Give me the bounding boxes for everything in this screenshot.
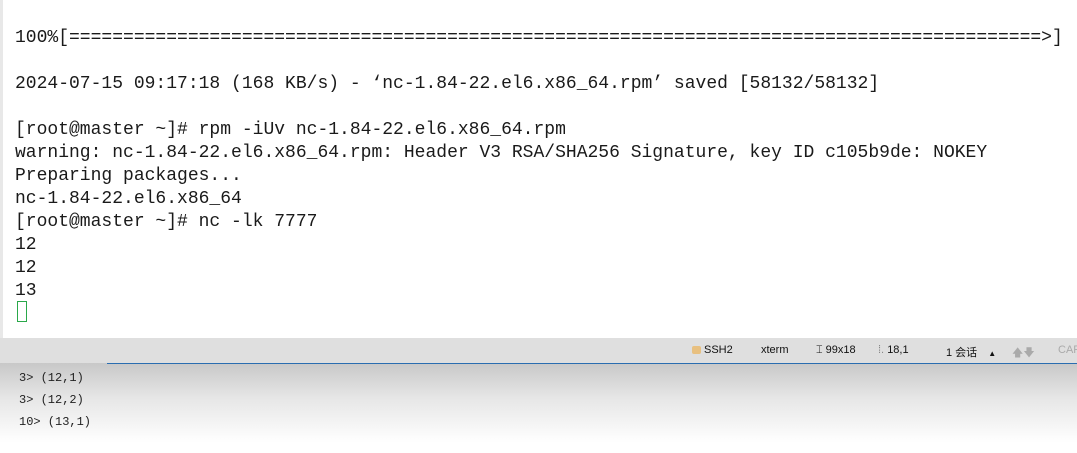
protocol-label: SSH2 [704,344,733,356]
arrow-up-icon[interactable]: 🡅 [1012,347,1023,359]
output-line: 10> (13,1) [19,415,92,429]
status-caps: CAP [1058,344,1077,356]
status-cursor-pos: ⁞. 18,1 [878,344,909,356]
terminal-line: 12 [15,235,37,255]
terminal-line: 100%[===================================… [15,28,1063,48]
terminal-line: 13 [15,281,37,301]
terminal-cursor [17,301,27,322]
status-protocol: SSH2 [692,344,733,356]
terminal-line: 12 [15,258,37,278]
caret-up-icon: ▲ [988,349,997,358]
divider [107,363,1077,364]
status-bar: SSH2 xterm ⌶ 99x18 ⁞. 18,1 1 会话 ▲ 🡅🡇 CAP [0,338,1077,364]
output-line: 3> (12,2) [19,393,84,407]
arrow-down-icon[interactable]: 🡇 [1023,347,1034,359]
size-label: 99x18 [825,344,856,356]
terminal-line: warning: nc-1.84-22.el6.x86_64.rpm: Head… [15,143,988,163]
sessions-button[interactable]: 1 会话 ▲ [946,344,996,360]
output-line: 3> (12,1) [19,371,84,385]
terminal-line: 2024-07-15 09:17:18 (168 KB/s) - ‘nc-1.8… [15,74,880,94]
terminal-line: nc-1.84-22.el6.x86_64 [15,189,242,209]
output-panel: 3> (12,1) 3> (12,2) 10> (13,1) [0,363,1077,453]
terminal-line: [root@master ~]# rpm -iUv nc-1.84-22.el6… [15,120,566,140]
status-term-type: xterm [761,344,789,356]
terminal-screen[interactable]: 100%[===================================… [0,0,1077,338]
lock-icon [692,346,701,354]
cursor-pos-icon: ⁞. [878,344,885,356]
cursor-pos-label: 18,1 [887,344,909,356]
resize-icon: ⌶ [816,344,826,356]
scroll-arrows[interactable]: 🡅🡇 [1012,344,1035,363]
terminal-line: Preparing packages... [15,166,242,186]
sessions-label: 1 会话 [946,347,978,359]
status-size: ⌶ 99x18 [816,344,856,357]
terminal-line: [root@master ~]# nc -lk 7777 [15,212,318,232]
